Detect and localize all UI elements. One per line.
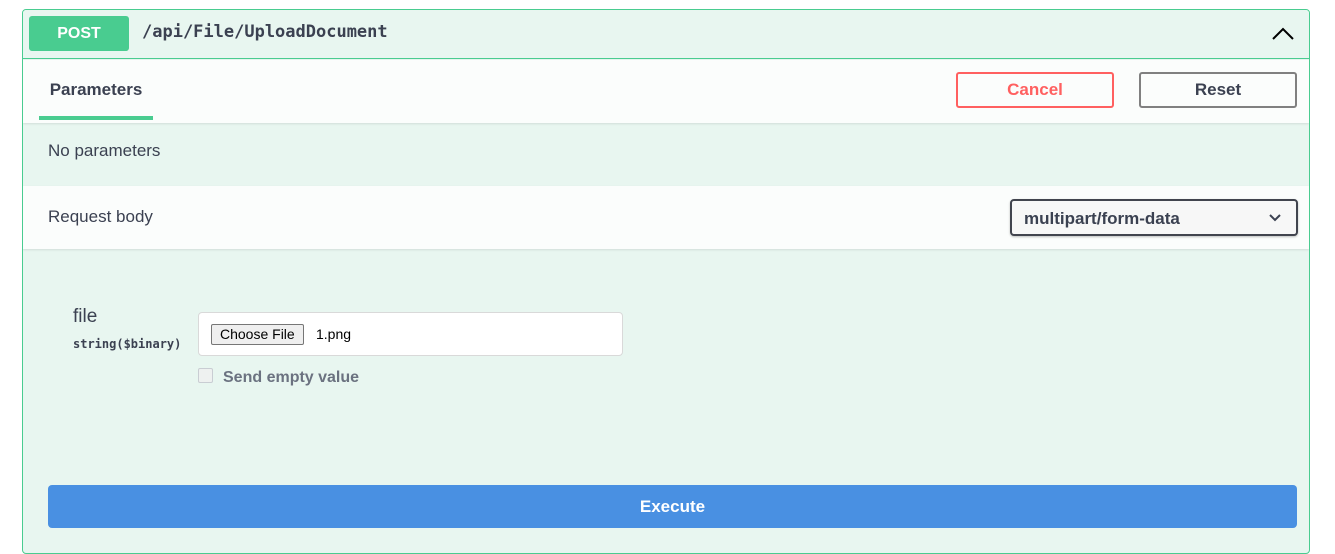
choose-file-button[interactable]: Choose File: [211, 324, 304, 345]
content-type-value: multipart/form-data: [1024, 209, 1180, 228]
endpoint-path: /api/File/UploadDocument: [142, 22, 388, 42]
parameters-header: Parameters Cancel Reset: [23, 60, 1309, 123]
reset-button[interactable]: Reset: [1139, 72, 1297, 108]
request-body-label: Request body: [48, 207, 153, 226]
cancel-button[interactable]: Cancel: [956, 72, 1114, 108]
http-method-badge: POST: [29, 16, 129, 51]
file-input[interactable]: Choose File 1.png: [198, 312, 623, 356]
selected-file-name: 1.png: [316, 326, 352, 342]
chevron-down-icon: [1269, 214, 1281, 222]
field-name-file: file: [73, 306, 98, 327]
chevron-up-icon[interactable]: [1271, 22, 1295, 46]
send-empty-label: Send empty value: [223, 369, 360, 386]
operation-block: POST /api/File/UploadDocument Parameters…: [22, 9, 1310, 554]
request-body-header: Request body multipart/form-data: [23, 186, 1309, 249]
operation-summary[interactable]: POST /api/File/UploadDocument: [23, 10, 1309, 59]
field-type: string($binary): [73, 337, 182, 351]
tab-parameters[interactable]: Parameters: [39, 60, 153, 120]
content-type-select[interactable]: multipart/form-data: [1010, 199, 1298, 236]
no-parameters-text: No parameters: [48, 141, 161, 160]
send-empty-checkbox[interactable]: [198, 368, 213, 383]
execute-button[interactable]: Execute: [48, 485, 1297, 528]
